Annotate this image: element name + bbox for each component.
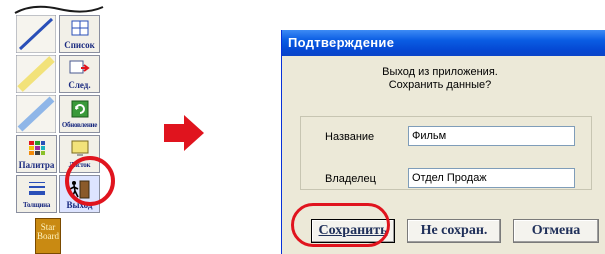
- thickness-button[interactable]: Толщина: [16, 175, 57, 213]
- message-line-2: Сохранить данные?: [388, 79, 492, 91]
- refresh-icon: [71, 100, 88, 118]
- name-label: Название: [325, 131, 375, 143]
- message-line-1: Выход из приложения.: [382, 66, 498, 78]
- refresh-label: Обновление: [61, 121, 98, 129]
- lightblue-pen-tool[interactable]: [16, 95, 56, 133]
- blue-pen-tool[interactable]: [16, 15, 56, 53]
- palette-label: Палитра: [18, 160, 55, 170]
- save-highlight-oval: [291, 203, 390, 247]
- palette-button[interactable]: Палитра: [16, 135, 57, 173]
- cancel-button[interactable]: Отмена: [513, 219, 599, 243]
- thickness-icon: [28, 182, 45, 195]
- next-button[interactable]: След.: [59, 55, 100, 93]
- tool-palette: Список След. Обновление Палитра Листок Т…: [13, 3, 115, 215]
- screen-icon: [71, 140, 88, 156]
- palette-icon: [28, 141, 45, 155]
- list-label: Список: [64, 40, 95, 50]
- right-arrow-icon: [164, 115, 204, 151]
- dialog-message: Выход из приложения. Сохранить данные?: [340, 66, 540, 92]
- list-button[interactable]: Список: [59, 15, 100, 53]
- owner-label: Владелец: [325, 173, 376, 185]
- next-label: След.: [68, 80, 91, 90]
- starboard-logo: Star Board: [35, 218, 61, 254]
- list-icon: [71, 20, 88, 36]
- name-field[interactable]: Фильм: [408, 126, 575, 146]
- dialog-title: Подтверждение: [282, 30, 605, 56]
- exit-highlight-circle: [65, 156, 115, 206]
- starboard-logo-line2: Board: [37, 231, 59, 241]
- next-page-icon: [69, 60, 90, 74]
- yellow-highlighter-tool[interactable]: [16, 55, 56, 93]
- thickness-label: Толщина: [22, 201, 51, 209]
- refresh-button[interactable]: Обновление: [59, 95, 100, 133]
- dont-save-button[interactable]: Не сохран.: [407, 219, 501, 243]
- owner-field[interactable]: Отдел Продаж: [408, 168, 575, 188]
